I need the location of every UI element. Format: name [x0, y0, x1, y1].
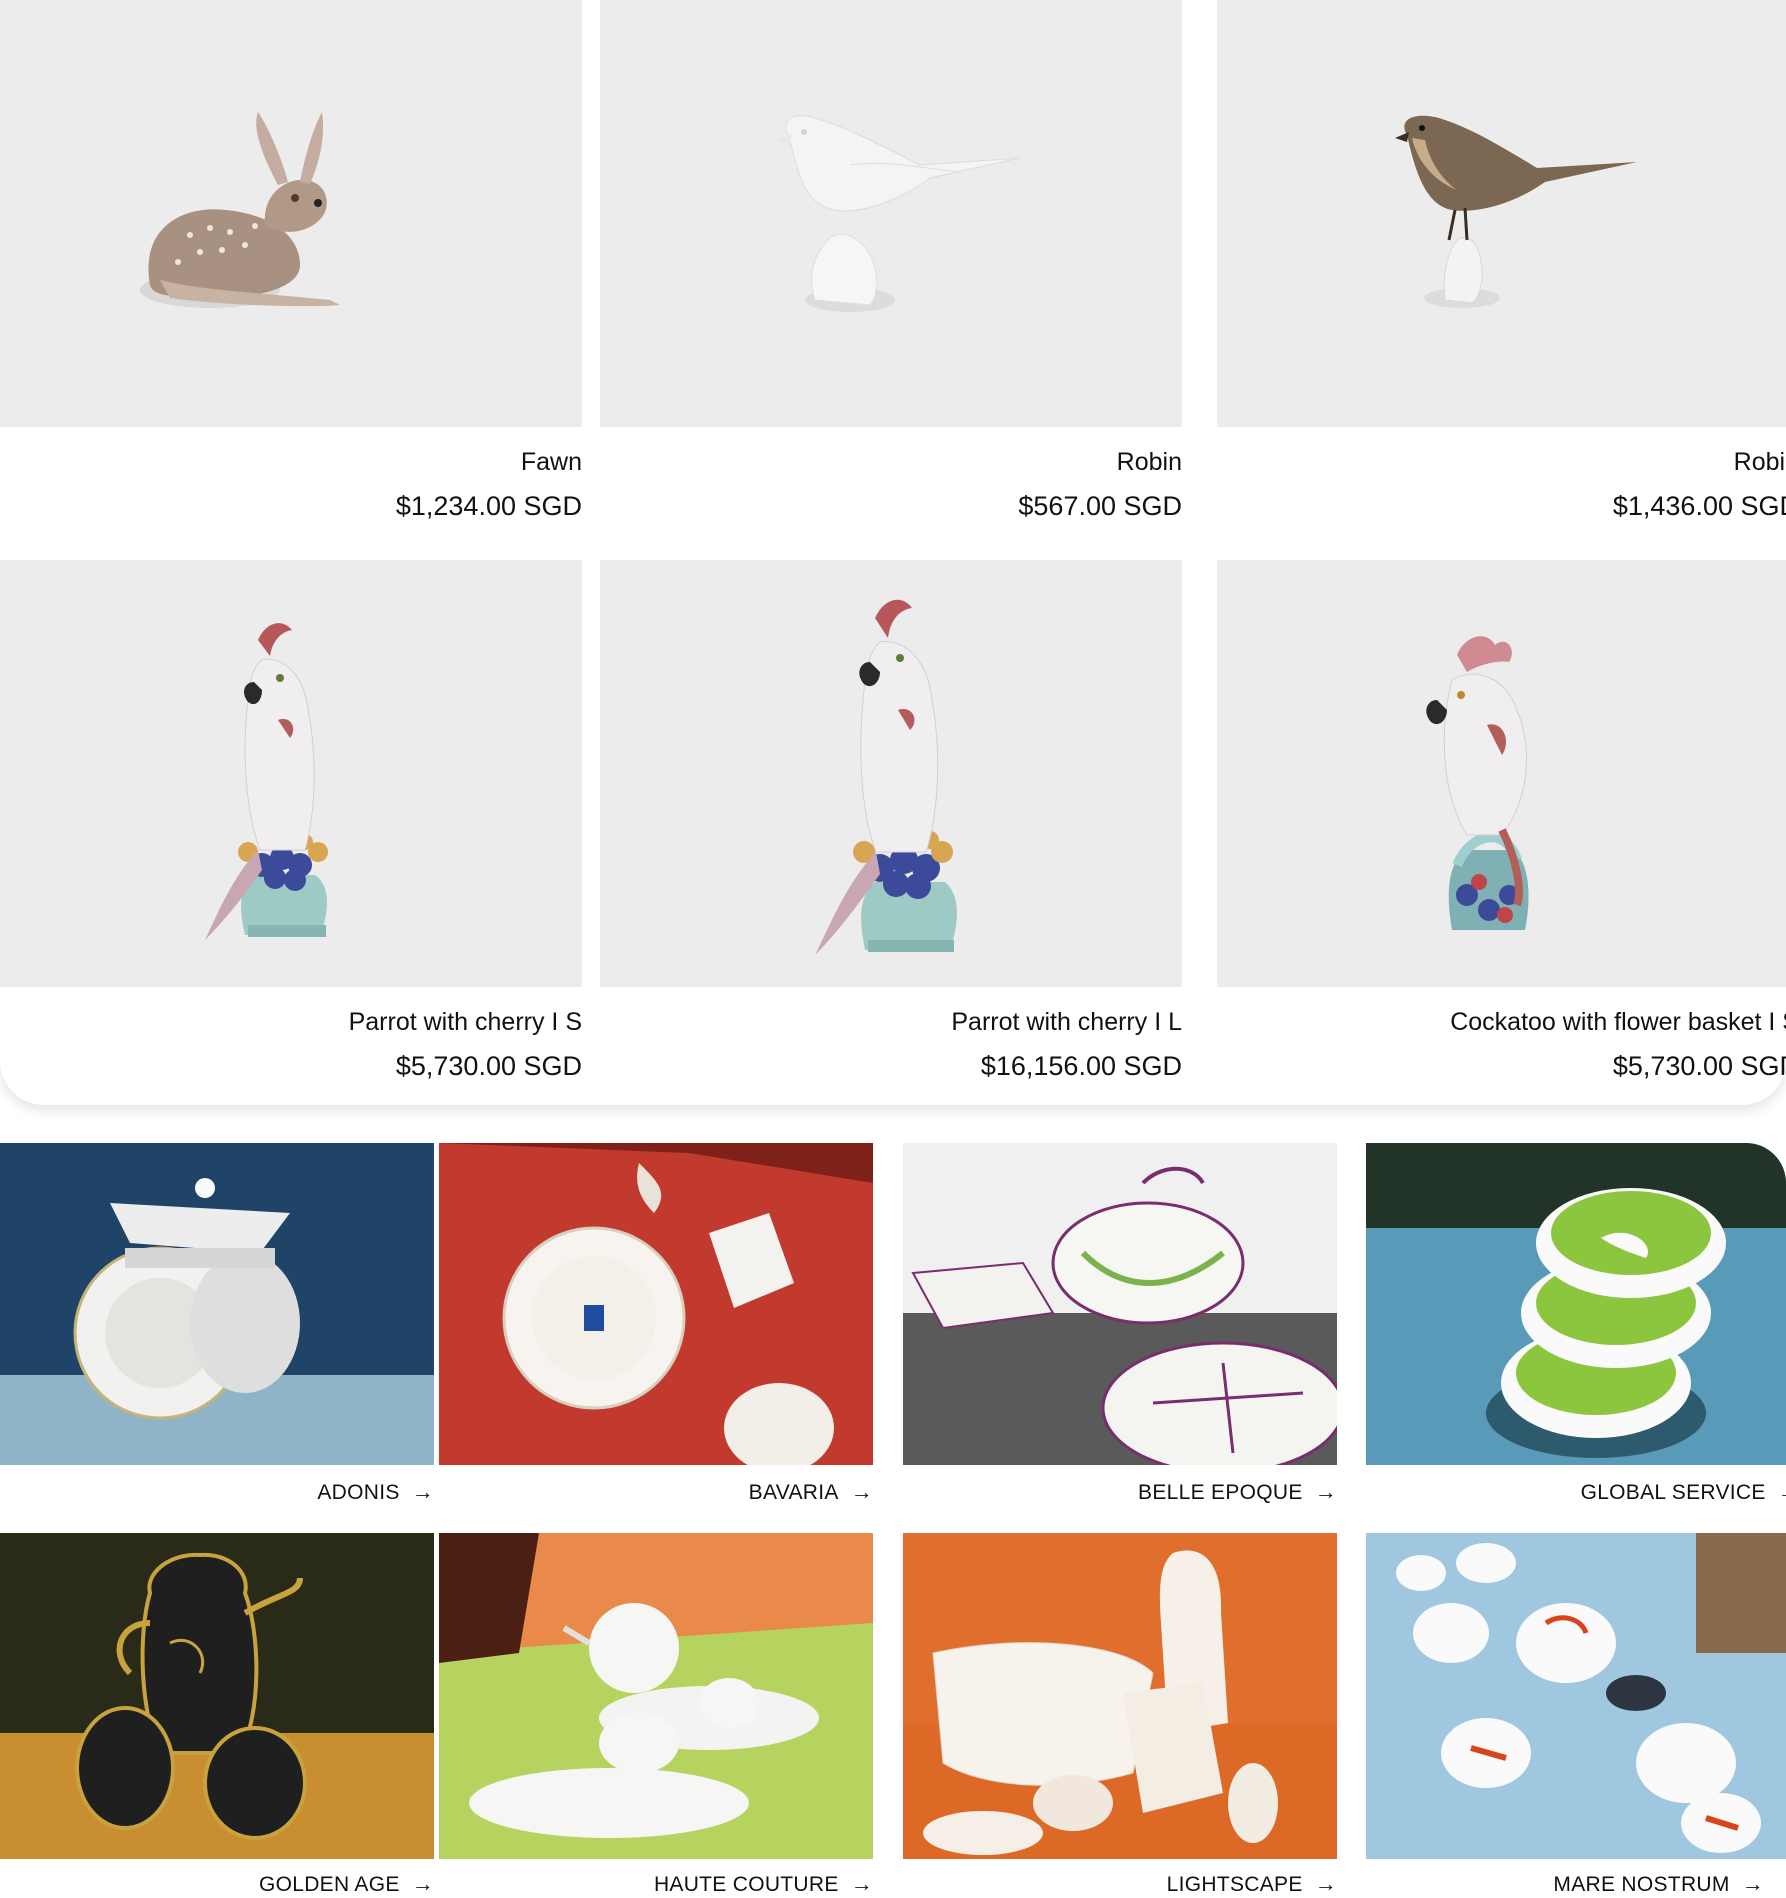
collection-link[interactable]: HAUTE COUTURE →	[654, 1871, 873, 1897]
product-image-robin-painted[interactable]	[1217, 0, 1786, 427]
product-price: $16,156.00 SGD	[980, 1051, 1182, 1081]
collection-label: LIGHTSCAPE	[1166, 1873, 1303, 1896]
collection-image-global-service[interactable]	[1366, 1143, 1786, 1465]
collection-label: GLOBAL SERVICE	[1580, 1481, 1766, 1504]
product-image-parrot-s[interactable]	[0, 560, 582, 987]
collection-image-haute-couture[interactable]	[439, 1533, 873, 1859]
arrow-right-icon: →	[850, 1479, 873, 1504]
product-name[interactable]: Parrot with cherry I L	[951, 1008, 1182, 1037]
collection-link[interactable]: BELLE EPOQUE →	[1138, 1479, 1337, 1505]
collection-image-adonis[interactable]	[0, 1143, 434, 1465]
product-card-parrot-l[interactable]: Parrot with cherry I L $16,156.00 SGD	[600, 560, 1182, 1105]
product-price: $5,730.00 SGD	[1612, 1051, 1786, 1081]
collection-mare-nostrum[interactable]: MARE NOSTRUM →	[1366, 1533, 1786, 1898]
collection-link[interactable]: LIGHTSCAPE →	[1167, 1871, 1337, 1897]
product-card-fawn[interactable]: Fawn $1,234.00 SGD	[0, 0, 582, 549]
arrow-right-icon: →	[411, 1479, 434, 1504]
product-price: $567.00 SGD	[1018, 491, 1182, 521]
collection-golden-age[interactable]: GOLDEN AGE →	[0, 1533, 434, 1898]
product-name[interactable]: Robin	[1117, 448, 1182, 477]
arrow-right-icon: →	[411, 1871, 434, 1896]
product-name[interactable]: Cockatoo with flower basket I S	[1450, 1008, 1786, 1037]
product-price: $1,234.00 SGD	[395, 491, 582, 521]
collection-label: GOLDEN AGE	[258, 1873, 400, 1896]
collection-label: MARE NOSTRUM	[1553, 1873, 1730, 1896]
product-card-cockatoo[interactable]: Cockatoo with flower basket I S $5,730.0…	[1217, 560, 1786, 1105]
collection-label: BELLE EPOQUE	[1138, 1481, 1303, 1504]
collection-link[interactable]: GOLDEN AGE →	[259, 1871, 434, 1897]
arrow-right-icon: →	[1314, 1871, 1337, 1896]
collection-link[interactable]: MARE NOSTRUM →	[1553, 1871, 1764, 1897]
collection-link[interactable]: GLOBAL SERVICE →	[1581, 1479, 1786, 1505]
arrow-right-icon: →	[1741, 1871, 1764, 1896]
collection-image-bavaria[interactable]	[439, 1143, 873, 1465]
collection-link[interactable]: ADONIS →	[317, 1479, 434, 1505]
collection-grid: ADONIS → BAVARIA → BELLE EPOQUE → GLOBAL…	[0, 1143, 1786, 1898]
product-image-robin-white[interactable]	[600, 0, 1182, 427]
collection-image-mare-nostrum[interactable]	[1366, 1533, 1786, 1859]
product-name[interactable]: Fawn	[521, 448, 582, 477]
product-price: $5,730.00 SGD	[395, 1051, 582, 1081]
collection-global-service[interactable]: GLOBAL SERVICE →	[1366, 1143, 1786, 1513]
product-image-fawn[interactable]	[0, 0, 582, 427]
product-name[interactable]: Robin	[1734, 448, 1786, 477]
collection-label: HAUTE COUTURE	[653, 1873, 839, 1896]
collection-bavaria[interactable]: BAVARIA →	[439, 1143, 873, 1513]
product-price: $1,436.00 SGD	[1612, 491, 1786, 521]
arrow-right-icon: →	[850, 1871, 873, 1896]
collection-label: BAVARIA	[748, 1481, 839, 1504]
collection-haute-couture[interactable]: HAUTE COUTURE →	[439, 1533, 873, 1898]
collection-lightscape[interactable]: LIGHTSCAPE →	[903, 1533, 1337, 1898]
collection-image-belle-epoque[interactable]	[903, 1143, 1337, 1465]
product-card-robin-white[interactable]: Robin $567.00 SGD	[600, 0, 1182, 549]
collection-link[interactable]: BAVARIA →	[749, 1479, 873, 1505]
product-card-parrot-s[interactable]: Parrot with cherry I S $5,730.00 SGD	[0, 560, 582, 1105]
collection-adonis[interactable]: ADONIS →	[0, 1143, 434, 1513]
collection-image-golden-age[interactable]	[0, 1533, 434, 1859]
collection-belle-epoque[interactable]: BELLE EPOQUE →	[903, 1143, 1337, 1513]
arrow-right-icon: →	[1314, 1479, 1337, 1504]
arrow-right-icon: →	[1778, 1479, 1786, 1505]
collection-image-lightscape[interactable]	[903, 1533, 1337, 1859]
product-image-parrot-l[interactable]	[600, 560, 1182, 987]
product-image-cockatoo[interactable]	[1217, 560, 1786, 987]
product-grid: Fawn $1,234.00 SGD Robin $567.00 SGD Rob…	[0, 0, 1786, 1105]
product-name[interactable]: Parrot with cherry I S	[349, 1008, 582, 1037]
collection-label: ADONIS	[317, 1481, 400, 1504]
product-card-robin-painted[interactable]: Robin $1,436.00 SGD	[1217, 0, 1786, 549]
